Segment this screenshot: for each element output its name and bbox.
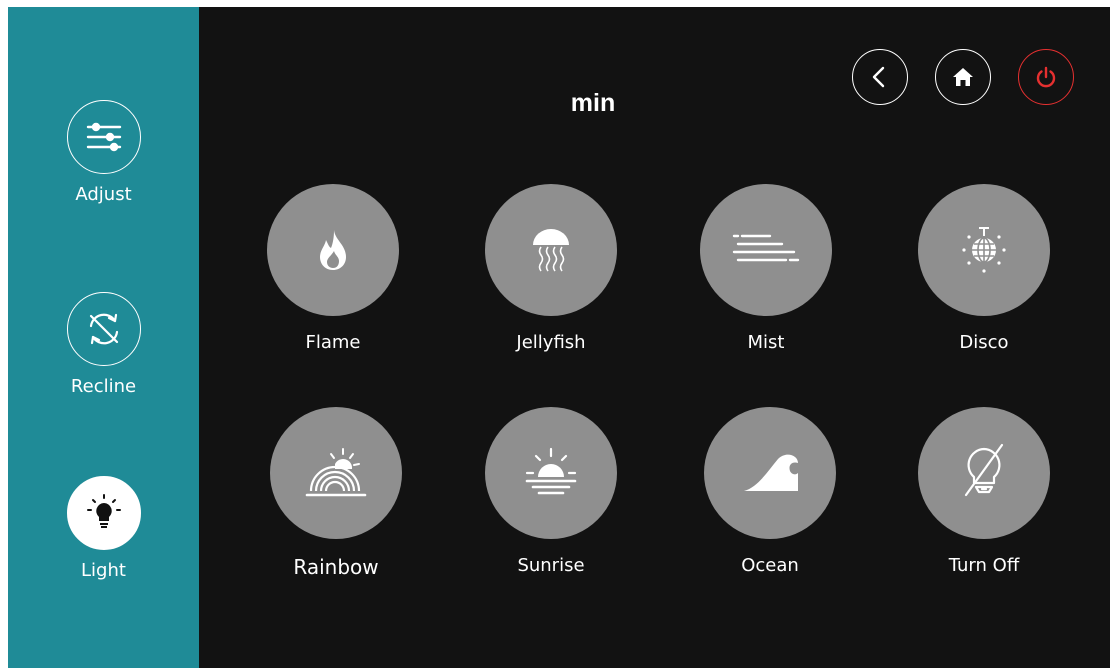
mode-circle-turn-off <box>918 407 1050 539</box>
mode-label-jellyfish: Jellyfish <box>516 332 586 353</box>
flame-icon <box>320 230 346 270</box>
mist-icon <box>732 234 800 262</box>
jellyfish-icon <box>533 229 569 272</box>
mode-label-flame: Flame <box>305 332 361 353</box>
light-bulb-icon <box>86 494 121 528</box>
page-title: min <box>570 89 616 117</box>
mode-label-sunrise: Sunrise <box>517 555 585 576</box>
mode-tile-jellyfish[interactable]: Jellyfish <box>476 184 626 353</box>
mode-circle-disco <box>918 184 1050 316</box>
sidebar-item-recline[interactable]: Recline <box>8 292 199 397</box>
chevron-left-icon <box>872 66 885 88</box>
mode-circle-flame <box>267 184 399 316</box>
mode-tile-rainbow[interactable]: Rainbow <box>261 407 411 579</box>
power-button[interactable] <box>1018 49 1074 105</box>
back-button[interactable] <box>852 49 908 105</box>
mode-tile-turn-off[interactable]: Turn Off <box>909 407 1059 576</box>
mode-circle-sunrise <box>485 407 617 539</box>
mode-tile-disco[interactable]: Disco <box>909 184 1059 353</box>
sidebar-label-light: Light <box>81 560 126 581</box>
mode-label-rainbow: Rainbow <box>293 555 379 579</box>
wave-icon <box>744 454 798 491</box>
mode-circle-ocean <box>704 407 836 539</box>
mode-tile-flame[interactable]: Flame <box>258 184 408 353</box>
sidebar-item-light[interactable]: Light <box>8 476 199 581</box>
power-icon <box>1036 66 1056 88</box>
sidebar: Adjust Recline Light <box>8 7 199 668</box>
app-window: Adjust Recline Light min Flame Jellyfish… <box>8 7 1110 668</box>
sidebar-label-adjust: Adjust <box>75 184 132 205</box>
sidebar-item-adjust[interactable]: Adjust <box>8 100 199 205</box>
mode-label-disco: Disco <box>959 332 1009 353</box>
mode-label-turn-off: Turn Off <box>948 555 1020 576</box>
sidebar-adjust-circle <box>66 100 141 174</box>
rainbow-icon <box>305 448 367 497</box>
mode-tile-sunrise[interactable]: Sunrise <box>476 407 626 576</box>
light-off-icon <box>964 443 1004 497</box>
mode-circle-mist <box>700 184 832 316</box>
sidebar-light-circle <box>66 476 141 550</box>
sunrise-icon <box>525 447 577 495</box>
sidebar-label-recline: Recline <box>70 376 137 397</box>
sidebar-recline-circle <box>66 292 141 366</box>
home-icon <box>953 68 973 86</box>
mode-label-ocean: Ocean <box>741 555 799 576</box>
recline-cycle-icon <box>89 313 118 345</box>
mode-label-mist: Mist <box>747 332 785 353</box>
mode-tile-mist[interactable]: Mist <box>691 184 841 353</box>
mode-circle-rainbow <box>270 407 402 539</box>
disco-ball-icon <box>962 227 1006 273</box>
home-button[interactable] <box>935 49 991 105</box>
mode-tile-ocean[interactable]: Ocean <box>695 407 845 576</box>
sliders-icon <box>86 122 121 152</box>
mode-circle-jellyfish <box>485 184 617 316</box>
